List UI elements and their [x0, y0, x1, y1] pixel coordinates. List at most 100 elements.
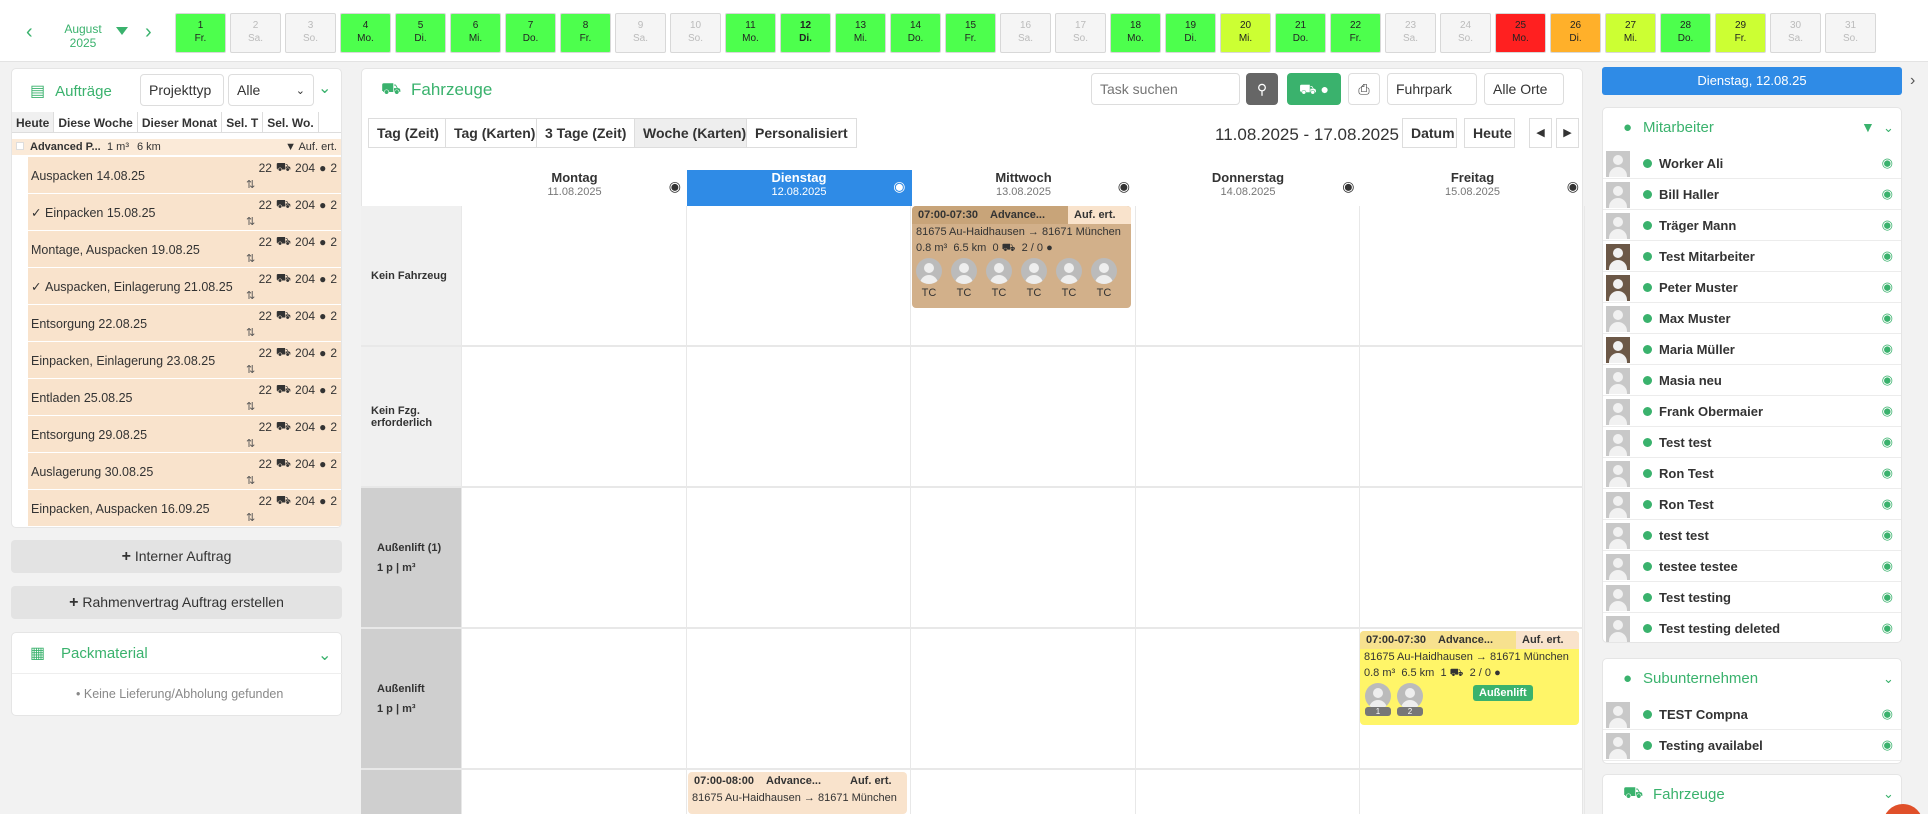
day-column-header[interactable]: Freitag 15.08.2025 ◉	[1360, 170, 1585, 206]
day-cell[interactable]: 11 Mo.	[725, 13, 776, 53]
day-column-header[interactable]: Donnerstag 14.08.2025 ◉	[1136, 170, 1361, 206]
eye-icon[interactable]: ◉	[1882, 372, 1893, 388]
day-cell[interactable]: 30 Sa.	[1770, 13, 1821, 53]
day-cell[interactable]: 25 Mo.	[1495, 13, 1546, 53]
day-cell[interactable]: 23 Sa.	[1385, 13, 1436, 53]
print-button[interactable]: ⎙	[1348, 73, 1380, 105]
day-cell[interactable]: 19 Di.	[1165, 13, 1216, 53]
subcontractor-header[interactable]: ● Subunternehmen ⌄	[1603, 659, 1901, 699]
order-item[interactable]: ✓ Einpacken 15.08.25 22 ⛟ 204 ● 2 ⇅	[28, 194, 341, 231]
order-item[interactable]: Montage, Auspacken 19.08.25 22 ⛟ 204 ● 2 ⇅	[28, 231, 341, 268]
day-cell[interactable]: 10 So.	[670, 13, 721, 53]
day-cell[interactable]: 28 Do.	[1660, 13, 1711, 53]
staff-item[interactable]: Bill Haller ◉	[1603, 179, 1901, 210]
order-item[interactable]: Entsorgung 22.08.25 22 ⛟ 204 ● 2 ⇅	[28, 305, 341, 342]
date-button[interactable]: Datum	[1402, 118, 1457, 148]
eye-icon[interactable]: ◉	[1882, 279, 1893, 295]
task-card[interactable]: 07:00-08:00 Advance... Auf. ert. 81675 A…	[688, 772, 907, 814]
order-item[interactable]: Auslagerung 30.08.25 22 ⛟ 204 ● 2 ⇅	[28, 453, 341, 490]
day-cell[interactable]: 9 Sa.	[615, 13, 666, 53]
project-type-select[interactable]: Projekttyp	[140, 74, 224, 106]
orders-tab[interactable]: Heute	[12, 112, 55, 132]
staff-item[interactable]: Frank Obermaier ◉	[1603, 396, 1901, 427]
eye-icon[interactable]: ◉	[1882, 737, 1893, 753]
eye-icon[interactable]: ◉	[1342, 178, 1354, 195]
vehicle-staff-toggle[interactable]: ⛟ ●	[1287, 73, 1341, 105]
chevron-down-icon[interactable]: ⌄	[1883, 120, 1894, 136]
selected-date-bar[interactable]: Dienstag, 12.08.25	[1602, 67, 1902, 95]
chevron-down-icon[interactable]	[116, 27, 128, 35]
day-cell[interactable]: 2 Sa.	[230, 13, 281, 53]
eye-icon[interactable]: ◉	[893, 178, 905, 195]
eye-icon[interactable]: ◉	[1882, 620, 1893, 636]
day-column-header[interactable]: Mittwoch 13.08.2025 ◉	[911, 170, 1136, 206]
subcontractor-item[interactable]: TEST Compna ◉	[1603, 699, 1901, 730]
day-cell[interactable]: 29 Fr.	[1715, 13, 1766, 53]
order-item[interactable]: Entladen 25.08.25 22 ⛟ 204 ● 2 ⇅	[28, 379, 341, 416]
view-button[interactable]: Personalisiert	[746, 118, 857, 148]
staff-item[interactable]: Ron Test ◉	[1603, 458, 1901, 489]
day-cell[interactable]: 8 Fr.	[560, 13, 611, 53]
day-cell[interactable]: 13 Mi.	[835, 13, 886, 53]
day-cell[interactable]: 7 Do.	[505, 13, 556, 53]
subcontractor-item[interactable]: Testing availabel ◉	[1603, 730, 1901, 761]
staff-item[interactable]: Test testing deleted ◉	[1603, 613, 1901, 642]
eye-icon[interactable]: ◉	[1882, 465, 1893, 481]
eye-icon[interactable]: ◉	[1882, 155, 1893, 171]
orders-tab[interactable]: Dieser Monat	[138, 112, 223, 132]
day-cell[interactable]: 27 Mi.	[1605, 13, 1656, 53]
view-button[interactable]: Tag (Zeit)	[368, 118, 448, 148]
view-button[interactable]: Woche (Karten)	[634, 118, 756, 148]
day-cell[interactable]: 21 Do.	[1275, 13, 1326, 53]
prev-month-icon[interactable]: ‹	[26, 22, 33, 42]
prev-week-icon[interactable]: ◀	[1529, 118, 1552, 148]
today-button[interactable]: Heute	[1464, 118, 1515, 148]
eye-icon[interactable]: ◉	[669, 178, 681, 195]
order-item[interactable]: Auspacken 14.08.25 22 ⛟ 204 ● 2 ⇅	[28, 157, 341, 194]
day-cell[interactable]: 1 Fr.	[175, 13, 226, 53]
staff-item[interactable]: Peter Muster ◉	[1603, 272, 1901, 303]
day-cell[interactable]: 4 Mo.	[340, 13, 391, 53]
eye-icon[interactable]: ◉	[1882, 706, 1893, 722]
staff-header[interactable]: ● Mitarbeiter ▼ ⌄	[1603, 108, 1901, 148]
eye-icon[interactable]: ◉	[1882, 341, 1893, 357]
eye-icon[interactable]: ◉	[1882, 217, 1893, 233]
eye-icon[interactable]: ◉	[1882, 496, 1893, 512]
order-group-header[interactable]: Advanced P... 1 m³ 6 km ▼ Auf. ert.	[12, 139, 341, 155]
staff-item[interactable]: Worker Ali ◉	[1603, 148, 1901, 179]
staff-item[interactable]: Test test ◉	[1603, 427, 1901, 458]
order-item[interactable]: ✓ Auspacken, Einlagerung 21.08.25 22 ⛟ 204 ● 2…	[28, 268, 341, 305]
task-search-input[interactable]	[1091, 73, 1240, 105]
eye-icon[interactable]: ◉	[1882, 589, 1893, 605]
collapse-chevron-icon[interactable]: ⌄	[318, 78, 331, 98]
day-cell[interactable]: 3 So.	[285, 13, 336, 53]
collapse-chevron-icon[interactable]: ⌄	[318, 645, 331, 665]
filter-icon[interactable]: ▼	[1861, 119, 1875, 135]
status-filter-select[interactable]: Alle ⌄	[228, 74, 314, 106]
next-week-icon[interactable]: ▶	[1556, 118, 1579, 148]
view-button[interactable]: 3 Tage (Zeit)	[536, 118, 636, 148]
staff-item[interactable]: testee testee ◉	[1603, 551, 1901, 582]
day-cell[interactable]: 20 Mi.	[1220, 13, 1271, 53]
task-card[interactable]: 07:00-07:30 Advance... Auf. ert. 81675 A…	[1360, 631, 1579, 725]
day-cell[interactable]: 24 So.	[1440, 13, 1491, 53]
day-cell[interactable]: 12 Di.	[780, 13, 831, 53]
staff-item[interactable]: test test ◉	[1603, 520, 1901, 551]
day-cell[interactable]: 22 Fr.	[1330, 13, 1381, 53]
eye-icon[interactable]: ◉	[1882, 186, 1893, 202]
fleet-select[interactable]: Fuhrpark	[1387, 73, 1477, 105]
staff-item[interactable]: Ron Test ◉	[1603, 489, 1901, 520]
order-item[interactable]: Entsorgung 29.08.25 22 ⛟ 204 ● 2 ⇅	[28, 416, 341, 453]
staff-item[interactable]: Masia neu ◉	[1603, 365, 1901, 396]
staff-item[interactable]: Maria Müller ◉	[1603, 334, 1901, 365]
eye-icon[interactable]: ◉	[1882, 434, 1893, 450]
chevron-down-icon[interactable]: ⌄	[1883, 786, 1894, 802]
staff-item[interactable]: Träger Mann ◉	[1603, 210, 1901, 241]
day-cell[interactable]: 31 So.	[1825, 13, 1876, 53]
internal-order-button[interactable]: + Interner Auftrag	[11, 540, 342, 573]
staff-item[interactable]: Test Mitarbeiter ◉	[1603, 241, 1901, 272]
orders-tab[interactable]: Diese Woche	[54, 112, 138, 132]
group-checkbox[interactable]	[16, 142, 24, 150]
staff-item[interactable]: Max Muster ◉	[1603, 303, 1901, 334]
staff-item[interactable]: Test testing ◉	[1603, 582, 1901, 613]
